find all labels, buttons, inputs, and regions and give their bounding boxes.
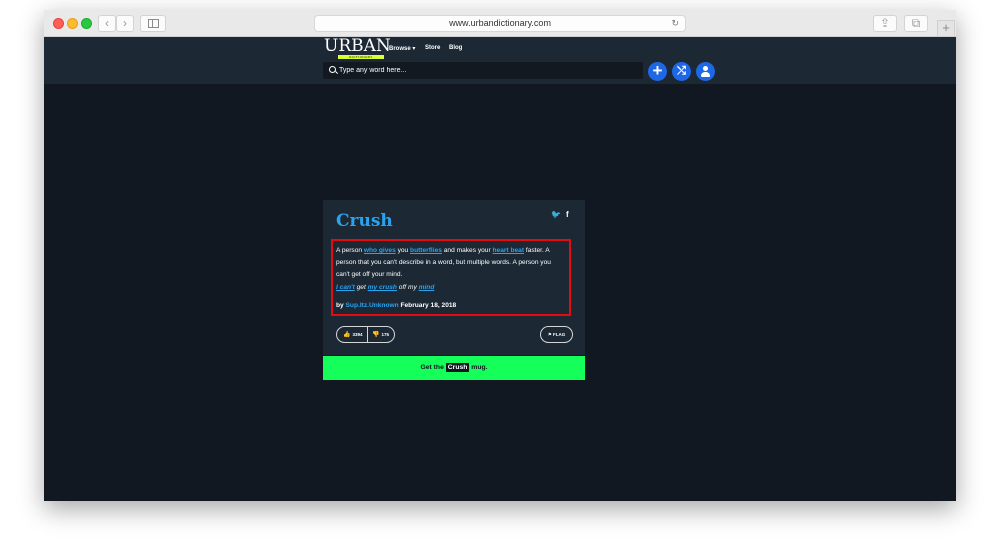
- upvote-button[interactable]: 👍 3394: [337, 327, 367, 342]
- meaning-link-butterflies[interactable]: butterflies: [410, 247, 442, 254]
- flag-button[interactable]: ⚑ FLAG: [540, 326, 573, 343]
- logo-text: URBAN: [324, 36, 391, 56]
- meaning-link-who-gives[interactable]: who gives: [364, 247, 396, 254]
- mug-word: Crush: [445, 363, 470, 372]
- nav-blog[interactable]: Blog: [449, 45, 462, 51]
- share-button[interactable]: ⇪: [873, 15, 897, 32]
- add-definition-button[interactable]: +: [648, 62, 667, 81]
- show-tabs-button[interactable]: ⧉: [904, 15, 928, 32]
- new-tab-button[interactable]: +: [937, 20, 955, 37]
- search-icon: [329, 66, 336, 73]
- close-window-button[interactable]: [53, 18, 64, 29]
- user-account-button[interactable]: [696, 62, 715, 81]
- search-input[interactable]: [339, 64, 629, 77]
- definition-contributor: by Sup.Itz.Unknown February 18, 2018: [336, 302, 456, 309]
- browser-window: ‹ › www.urbandictionary.com ↻ ⇪ ⧉ + URBA…: [44, 10, 956, 501]
- example-text: off my: [396, 284, 419, 291]
- mug-banner-suffix: mug.: [469, 364, 488, 371]
- downvote-count: 175: [381, 332, 389, 337]
- nav-store[interactable]: Store: [425, 45, 440, 51]
- example-link-i-cant[interactable]: I can't: [336, 284, 355, 291]
- definition-example: I can't get my crush off my mind: [336, 284, 434, 291]
- back-button[interactable]: ‹: [98, 15, 116, 32]
- address-bar[interactable]: www.urbandictionary.com ↻: [314, 15, 686, 32]
- site-header: URBAN DICTIONARY Browse ▾ Store Blog + ⤭: [44, 36, 956, 84]
- example-link-my-crush[interactable]: my crush: [368, 284, 397, 291]
- thumbs-down-icon: 👎: [372, 332, 380, 338]
- search-bar: [323, 62, 643, 79]
- logo-subtitle: DICTIONARY: [338, 55, 384, 59]
- vote-buttons: 👍 3394 👎 175: [336, 326, 395, 343]
- user-icon: [703, 66, 708, 71]
- meaning-link-heart-beat[interactable]: heart beat: [493, 247, 525, 254]
- mug-banner-prefix: Get the: [420, 364, 446, 371]
- minimize-window-button[interactable]: [67, 18, 78, 29]
- user-icon-body: [701, 72, 710, 77]
- twitter-icon[interactable]: 🐦: [551, 210, 561, 219]
- upvote-count: 3394: [352, 332, 363, 337]
- forward-button[interactable]: ›: [116, 15, 134, 32]
- author-link[interactable]: Sup.Itz.Unknown: [346, 302, 399, 309]
- definition-word[interactable]: Crush: [336, 211, 393, 231]
- example-link-mind[interactable]: mind: [419, 284, 435, 291]
- sidebar-toggle-button[interactable]: [140, 15, 166, 32]
- meaning-text: you: [395, 247, 411, 254]
- definition-meaning: A person who gives you butterflies and m…: [336, 245, 564, 281]
- flag-label: FLAG: [553, 332, 566, 337]
- facebook-icon[interactable]: f: [566, 210, 569, 219]
- mug-banner[interactable]: Get the Crush mug.: [323, 356, 585, 380]
- definition-card: Crush 🐦 f A person who gives you butterf…: [323, 200, 585, 355]
- sidebar-icon: [148, 19, 159, 28]
- browser-toolbar: ‹ › www.urbandictionary.com ↻ ⇪ ⧉ +: [44, 10, 956, 37]
- nav-browse[interactable]: Browse ▾: [389, 45, 415, 52]
- contributor-prefix: by: [336, 302, 346, 309]
- thumbs-up-icon: 👍: [343, 332, 351, 338]
- random-word-button[interactable]: ⤭: [672, 62, 691, 81]
- example-text: get: [354, 284, 368, 291]
- zoom-window-button[interactable]: [81, 18, 92, 29]
- url-text: www.urbandictionary.com: [449, 18, 551, 28]
- downvote-button[interactable]: 👎 175: [367, 327, 395, 342]
- reload-icon[interactable]: ↻: [671, 16, 679, 31]
- meaning-text: and makes your: [441, 247, 493, 254]
- meaning-text: A person: [336, 247, 364, 254]
- site-logo[interactable]: URBAN DICTIONARY: [324, 36, 391, 59]
- definition-date: February 18, 2018: [398, 302, 457, 309]
